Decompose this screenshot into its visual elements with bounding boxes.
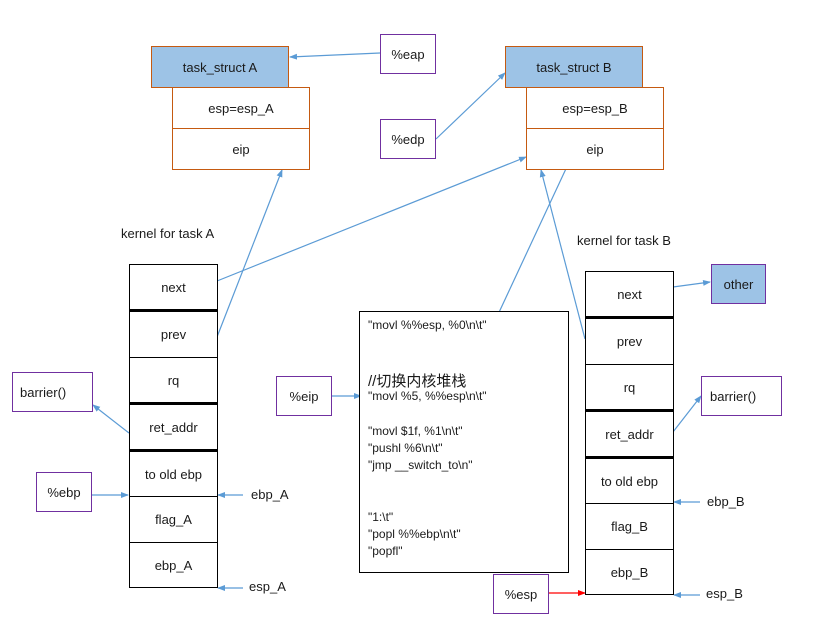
register-esp: %esp — [493, 574, 549, 614]
stack-a-slot-flag: flag_A — [130, 497, 217, 543]
stack-a-title: kernel for task A — [121, 226, 215, 241]
stack-b-slot-label: next — [617, 286, 642, 302]
register-esp-label: %esp — [504, 586, 538, 602]
arrow-retaddr-b-to-barrier — [672, 395, 702, 433]
task-struct-b-title: task_struct B — [536, 59, 612, 75]
task-struct-b-eip-field: eip — [526, 128, 664, 170]
stack-a-slot-rq: rq — [130, 358, 217, 405]
stack-b-slot-prev: prev — [586, 319, 673, 365]
task-struct-a-esp-label: esp=esp_A — [208, 100, 274, 116]
register-ebp: %ebp — [36, 472, 92, 512]
code-line: "movl %5, %%esp\n\t" — [368, 389, 487, 403]
stack-a-slot-label: prev — [160, 327, 187, 342]
register-eip: %eip — [276, 376, 332, 416]
arrow-next-a-to-eip-b — [216, 156, 527, 282]
stack-a-slot-label: flag_A — [155, 512, 192, 527]
task-struct-a-eip-field: eip — [172, 128, 310, 170]
stack-a-slot-ebp: ebp_A — [130, 543, 217, 587]
code-comment: //切换内核堆栈 — [368, 373, 467, 390]
stack-a: next prev rq ret_addr to old ebp flag_A … — [129, 264, 218, 588]
stack-a-slot-label: ret_addr — [149, 419, 198, 435]
barrier-b-label: barrier() — [710, 388, 757, 404]
register-eip-label: %eip — [289, 388, 319, 404]
arrow-edp-to-task-b — [435, 72, 506, 140]
task-struct-b-esp-label: esp=esp_B — [562, 100, 628, 116]
other-label: other — [723, 276, 754, 292]
arrow-retaddr-a-to-barrier — [92, 404, 130, 434]
stack-b-slot-flag: flag_B — [586, 504, 673, 550]
register-edp-label: %edp — [391, 131, 425, 147]
arrow-prev-a-to-eip-a — [216, 169, 283, 338]
other-box: other — [711, 264, 766, 304]
ebp-a-marker-label: ebp_A — [251, 487, 289, 502]
task-struct-a-title: task_struct A — [182, 59, 258, 75]
stack-b-slot-ret-addr: ret_addr — [586, 412, 673, 459]
task-struct-b-esp-field: esp=esp_B — [526, 87, 664, 129]
stack-a-slot-label: to old ebp — [144, 466, 203, 482]
stack-b-title: kernel for task B — [577, 233, 671, 248]
arrow-next-b-to-other — [672, 279, 711, 288]
stack-b-slot-ebp: ebp_B — [586, 550, 673, 594]
stack-b-slot-label: to old ebp — [600, 473, 659, 489]
stack-b-slot-old-ebp: to old ebp — [586, 459, 673, 504]
code-line: "movl $1f, %1\n\t" — [368, 424, 463, 438]
code-line: "movl %%esp, %0\n\t" — [368, 318, 487, 332]
stack-a-slot-label: rq — [167, 372, 180, 388]
task-struct-b-header: task_struct B — [505, 46, 643, 88]
stack-b: next prev rq ret_addr to old ebp flag_B … — [585, 271, 674, 595]
stack-b-slot-label: ret_addr — [605, 426, 654, 442]
stack-a-slot-ret-addr: ret_addr — [130, 405, 217, 452]
esp-b-marker-label: esp_B — [706, 586, 743, 601]
register-edp: %edp — [380, 119, 436, 159]
stack-b-slot-rq: rq — [586, 365, 673, 412]
stack-b-slot-label: flag_B — [611, 519, 648, 534]
code-line: "popfl" — [368, 544, 403, 558]
barrier-a: barrier() — [12, 372, 93, 412]
register-ebp-label: %ebp — [47, 484, 81, 500]
task-struct-a-header: task_struct A — [151, 46, 289, 88]
task-struct-a-esp-field: esp=esp_A — [172, 87, 310, 129]
stack-b-slot-label: rq — [623, 379, 636, 395]
code-line: "pushl %6\n\t" — [368, 441, 443, 455]
ebp-b-marker-label: ebp_B — [707, 494, 745, 509]
register-eap: %eap — [380, 34, 436, 74]
stack-a-slot-old-ebp: to old ebp — [130, 452, 217, 497]
code-label-1: "1:\t" — [368, 510, 394, 524]
task-struct-b-eip-label: eip — [586, 141, 604, 157]
stack-b-slot-label: ebp_B — [610, 564, 649, 580]
code-line: "jmp __switch_to\n" — [368, 458, 473, 472]
esp-a-marker-label: esp_A — [249, 579, 286, 594]
stack-a-slot-prev: prev — [130, 312, 217, 358]
code-block: "movl %%esp, %0\n\t" //切换内核堆栈 "movl %5, … — [359, 311, 569, 573]
barrier-b: barrier() — [701, 376, 782, 416]
stack-a-slot-label: ebp_A — [154, 557, 193, 573]
arrow-eap-to-task-a — [289, 52, 381, 60]
stack-b-slot-label: prev — [616, 334, 643, 349]
barrier-a-label: barrier() — [20, 384, 67, 400]
stack-a-slot-next: next — [130, 265, 217, 312]
task-struct-a-eip-label: eip — [232, 141, 250, 157]
stack-b-slot-next: next — [586, 272, 673, 319]
register-eap-label: %eap — [391, 46, 425, 62]
code-line: "popl %%ebp\n\t" — [368, 527, 461, 541]
stack-a-slot-label: next — [161, 279, 186, 295]
